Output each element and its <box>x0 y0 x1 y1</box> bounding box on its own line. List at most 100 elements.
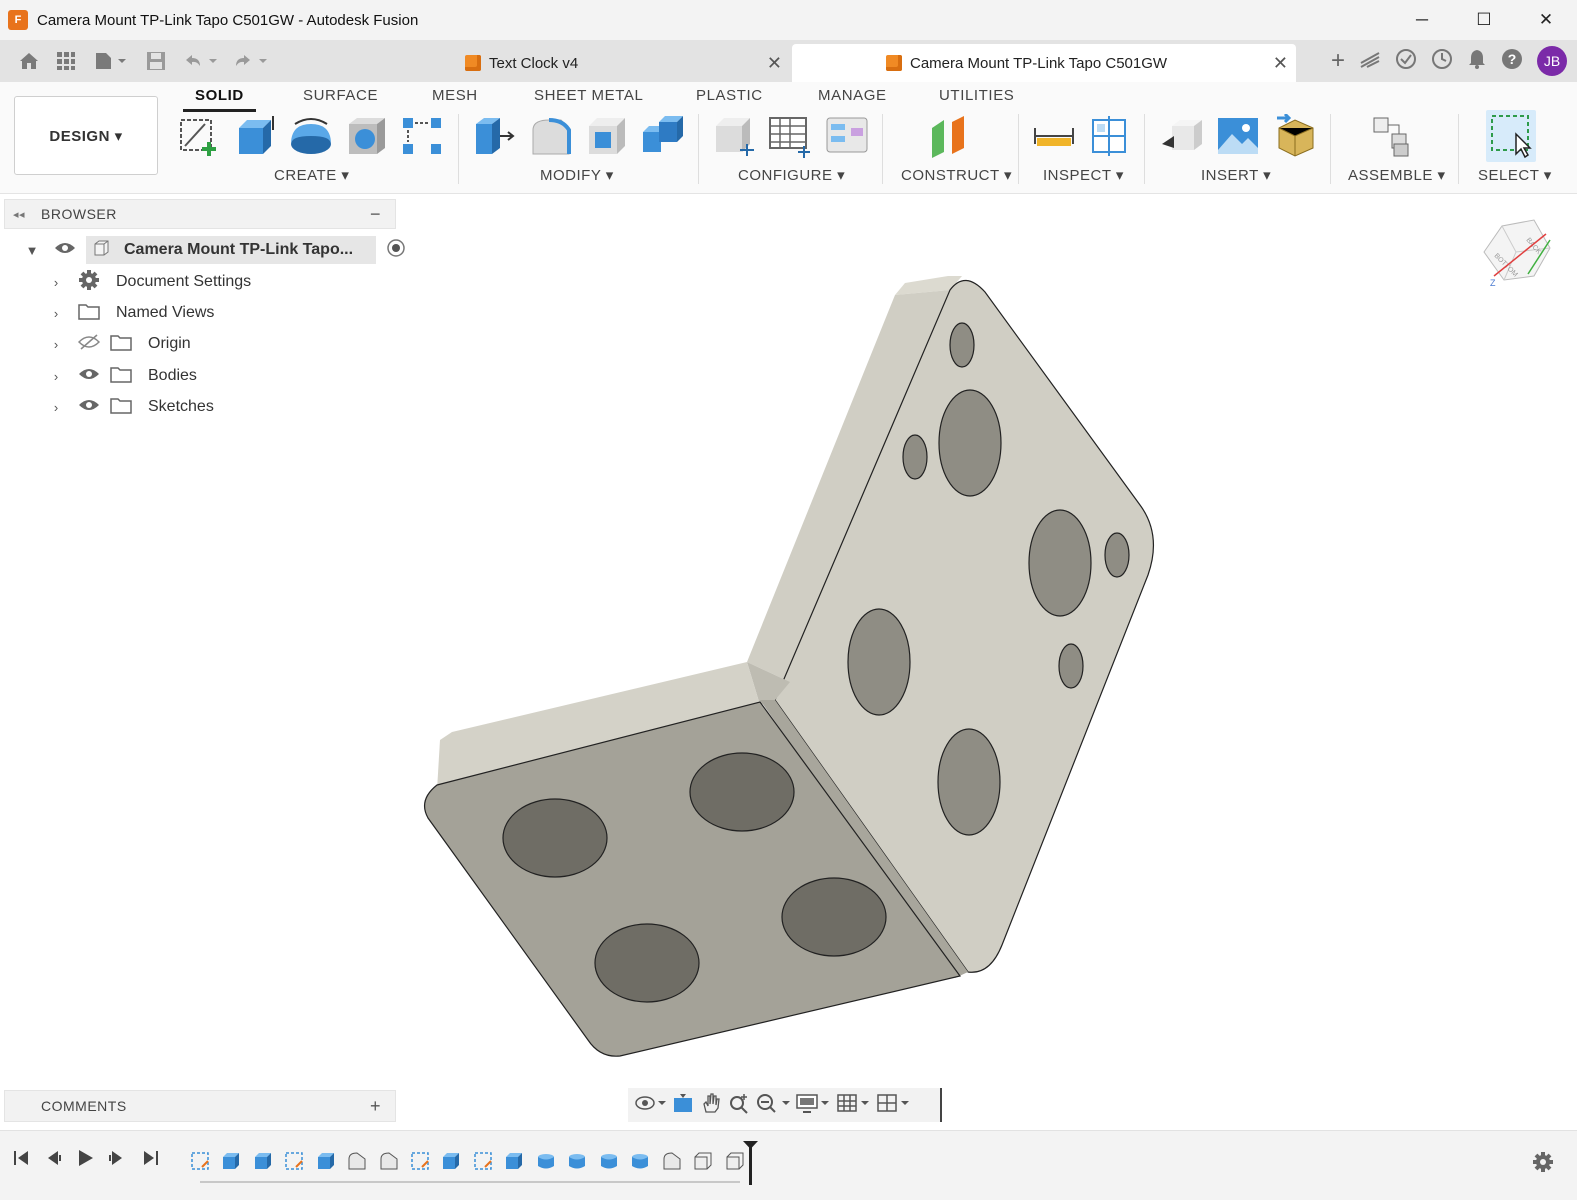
job-status-icon[interactable] <box>1395 48 1417 75</box>
configure-theme-icon[interactable] <box>825 114 869 158</box>
fillet-icon[interactable] <box>529 114 573 158</box>
timeline-extrude-icon[interactable] <box>316 1151 336 1171</box>
maximize-button[interactable]: ☐ <box>1453 0 1515 40</box>
group-insert[interactable]: INSERT ▾ <box>1201 166 1271 184</box>
play-icon[interactable] <box>76 1149 94 1172</box>
display-settings-icon[interactable] <box>796 1092 830 1118</box>
timeline-sketch-icon[interactable] <box>284 1151 304 1171</box>
notifications-bell-icon[interactable] <box>1467 48 1487 75</box>
revolve-icon[interactable] <box>289 114 333 158</box>
timeline-settings-gear-icon[interactable] <box>1532 1151 1554 1178</box>
new-tab-plus-icon[interactable]: + <box>1331 47 1345 75</box>
tab-camera-mount[interactable]: Camera Mount TP-Link Tapo C501GW ✕ <box>792 44 1296 82</box>
go-to-end-icon[interactable] <box>142 1149 160 1172</box>
offset-plane-icon[interactable] <box>928 114 972 158</box>
comments-panel-header[interactable]: COMMENTS + <box>4 1090 396 1122</box>
tab-text-clock[interactable]: Text Clock v4 ✕ <box>455 44 790 82</box>
viewcube[interactable]: BACK BOTTOM Z <box>1476 212 1556 292</box>
browser-item-bodies[interactable]: › Bodies <box>48 362 197 390</box>
timeline-hole-icon[interactable] <box>536 1151 556 1171</box>
section-analysis-icon[interactable] <box>1089 114 1133 158</box>
browser-panel-header[interactable]: ◂◂ BROWSER − <box>4 199 396 229</box>
hole-icon[interactable] <box>345 114 389 158</box>
close-window-button[interactable]: ✕ <box>1515 0 1577 40</box>
timeline-fillet-icon[interactable] <box>347 1151 367 1171</box>
browser-item-named-views[interactable]: › Named Views <box>48 299 214 327</box>
close-tab-icon[interactable]: ✕ <box>1273 53 1288 74</box>
extrude-icon[interactable] <box>233 114 277 158</box>
undo-icon[interactable] <box>182 40 220 82</box>
minimize-button[interactable]: ─ <box>1391 0 1453 40</box>
step-forward-icon[interactable] <box>108 1149 126 1172</box>
chevron-right-icon[interactable]: › <box>48 369 64 384</box>
orbit-icon[interactable] <box>634 1092 666 1118</box>
group-configure[interactable]: CONFIGURE ▾ <box>738 166 845 184</box>
zoom-window-icon[interactable] <box>756 1092 790 1118</box>
create-sketch-icon[interactable] <box>177 114 221 158</box>
collapse-panel-icon[interactable]: ◂◂ <box>13 208 25 221</box>
timeline-extrude-icon[interactable] <box>253 1151 273 1171</box>
look-at-icon[interactable] <box>672 1092 694 1118</box>
measure-icon[interactable] <box>1033 114 1077 158</box>
file-menu-icon[interactable] <box>94 40 128 82</box>
pattern-icon[interactable] <box>401 114 445 158</box>
timeline-sketch-icon[interactable] <box>473 1151 493 1171</box>
group-create[interactable]: CREATE ▾ <box>274 166 349 184</box>
browser-item-origin[interactable]: › Origin <box>48 330 191 358</box>
group-inspect[interactable]: INSPECT ▾ <box>1043 166 1124 184</box>
user-avatar[interactable]: JB <box>1537 46 1567 76</box>
grid-settings-icon[interactable] <box>836 1092 870 1118</box>
minimize-panel-icon[interactable]: − <box>370 204 381 225</box>
help-icon[interactable]: ? <box>1501 48 1523 75</box>
new-component-icon[interactable] <box>1372 114 1416 158</box>
timeline-fillet-icon[interactable] <box>379 1151 399 1171</box>
data-panel-grid-icon[interactable] <box>56 40 76 82</box>
tab-mesh[interactable]: MESH <box>432 87 478 104</box>
timeline-fillet-icon[interactable] <box>662 1151 682 1171</box>
timeline-hole-icon[interactable] <box>630 1151 650 1171</box>
configure-part-icon[interactable] <box>712 114 756 158</box>
shell-icon[interactable] <box>585 114 629 158</box>
timeline-extrude-icon[interactable] <box>504 1151 524 1171</box>
timeline-extrude-icon[interactable] <box>221 1151 241 1171</box>
viewports-icon[interactable] <box>876 1092 910 1118</box>
clock-icon[interactable] <box>1431 48 1453 75</box>
timeline-marker-handle[interactable] <box>743 1141 758 1149</box>
extensions-icon[interactable] <box>1359 49 1381 74</box>
tab-sheet-metal[interactable]: SHEET METAL <box>534 87 643 104</box>
combine-icon[interactable] <box>641 114 685 158</box>
eye-hidden-icon[interactable] <box>77 333 101 355</box>
redo-icon[interactable] <box>232 40 270 82</box>
timeline-hole-icon[interactable] <box>567 1151 587 1171</box>
tab-manage[interactable]: MANAGE <box>818 87 887 104</box>
tab-plastic[interactable]: PLASTIC <box>696 87 763 104</box>
eye-visible-icon[interactable] <box>54 241 76 260</box>
press-pull-icon[interactable] <box>472 114 516 158</box>
timeline-extrude-icon[interactable] <box>441 1151 461 1171</box>
timeline-shell-icon[interactable] <box>725 1151 745 1171</box>
tab-surface[interactable]: SURFACE <box>303 87 378 104</box>
group-assemble[interactable]: ASSEMBLE ▾ <box>1348 166 1446 184</box>
step-back-icon[interactable] <box>44 1149 62 1172</box>
add-comment-icon[interactable]: + <box>370 1096 381 1117</box>
browser-item-document-settings[interactable]: › Document Settings <box>48 268 251 296</box>
tab-utilities[interactable]: UTILITIES <box>939 87 1014 104</box>
timeline-sketch-icon[interactable] <box>190 1151 210 1171</box>
model-viewport[interactable] <box>400 250 1180 1070</box>
group-construct[interactable]: CONSTRUCT ▾ <box>901 166 1012 184</box>
select-icon[interactable] <box>1486 110 1536 162</box>
chevron-right-icon[interactable]: › <box>48 400 64 415</box>
chevron-right-icon[interactable]: › <box>48 275 64 290</box>
zoom-icon[interactable] <box>728 1092 750 1118</box>
browser-root-item[interactable]: ▼ Camera Mount TP-Link Tapo... <box>24 236 406 264</box>
group-select[interactable]: SELECT ▾ <box>1478 166 1552 184</box>
tab-solid[interactable]: SOLID <box>183 87 256 112</box>
save-icon[interactable] <box>146 40 166 82</box>
timeline-marker[interactable] <box>749 1143 752 1185</box>
browser-item-sketches[interactable]: › Sketches <box>48 393 214 421</box>
home-icon[interactable] <box>18 40 40 82</box>
insert-derive-icon[interactable] <box>1160 114 1204 158</box>
chevron-down-icon[interactable]: ▼ <box>24 243 40 258</box>
go-to-start-icon[interactable] <box>12 1149 30 1172</box>
chevron-right-icon[interactable]: › <box>48 306 64 321</box>
